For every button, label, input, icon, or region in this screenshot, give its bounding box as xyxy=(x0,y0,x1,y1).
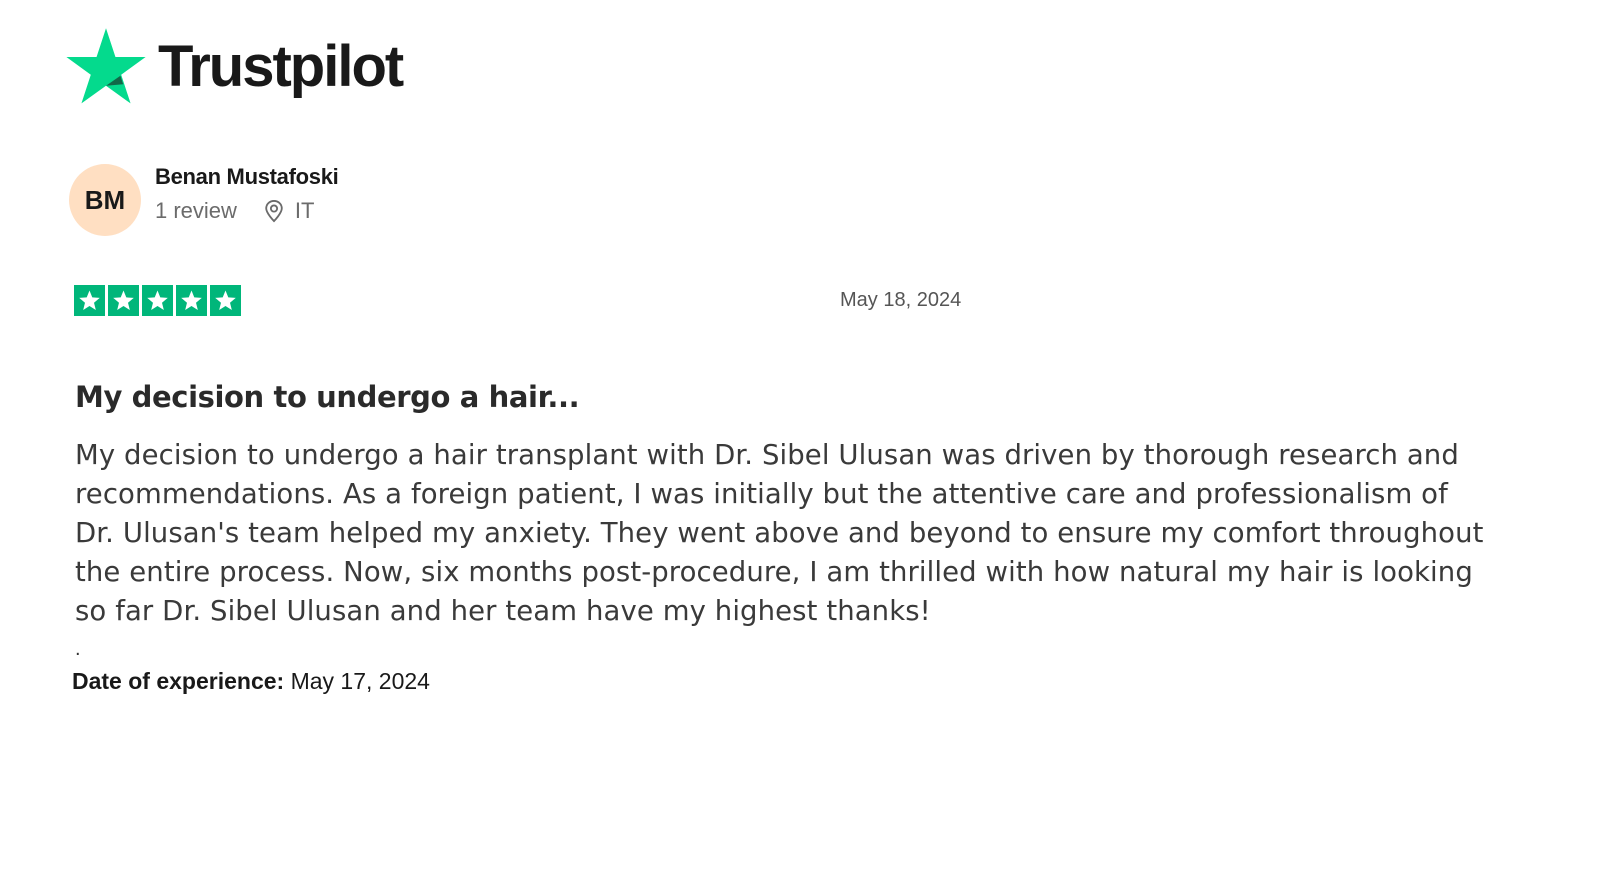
review-date: May 18, 2024 xyxy=(840,289,962,311)
reviewer-meta: 1 review IT xyxy=(155,198,338,224)
trustpilot-star-icon xyxy=(66,28,146,104)
review-body: My decision to undergo a hair transplant… xyxy=(75,439,1484,627)
trustpilot-logo: Trustpilot xyxy=(66,26,404,104)
rating-star-1 xyxy=(74,285,105,316)
reviewer-country: IT xyxy=(294,198,315,223)
avatar-initials: BM xyxy=(84,184,126,215)
rating-star-2 xyxy=(108,285,139,316)
avatar[interactable]: BM xyxy=(69,164,141,236)
experience-date: May 17, 2024 xyxy=(290,668,430,694)
star-icon xyxy=(181,290,202,310)
review-trailing-mark: . xyxy=(75,638,81,660)
star-icon xyxy=(79,290,100,310)
brand-name: Trustpilot xyxy=(158,34,404,99)
review-title[interactable]: My decision to undergo a hair... xyxy=(75,380,580,414)
rating-star-4 xyxy=(176,285,207,316)
rating-star-3 xyxy=(142,285,173,316)
star-icon xyxy=(113,290,134,310)
date-of-experience: Date of experience: May 17, 2024 xyxy=(72,668,430,695)
reviewer-info: Benan Mustafoski 1 review IT xyxy=(155,164,339,224)
star-icon xyxy=(215,290,236,310)
experience-label: Date of experience: xyxy=(72,668,285,694)
review-count: 1 review xyxy=(155,198,237,223)
reviewer-name[interactable]: Benan Mustafoski xyxy=(155,164,339,190)
star-rating xyxy=(74,285,244,316)
star-icon xyxy=(147,290,168,310)
rating-star-5 xyxy=(210,285,241,316)
reviewer-header: BM Benan Mustafoski 1 review IT xyxy=(69,164,339,236)
location-pin-icon xyxy=(265,199,283,223)
